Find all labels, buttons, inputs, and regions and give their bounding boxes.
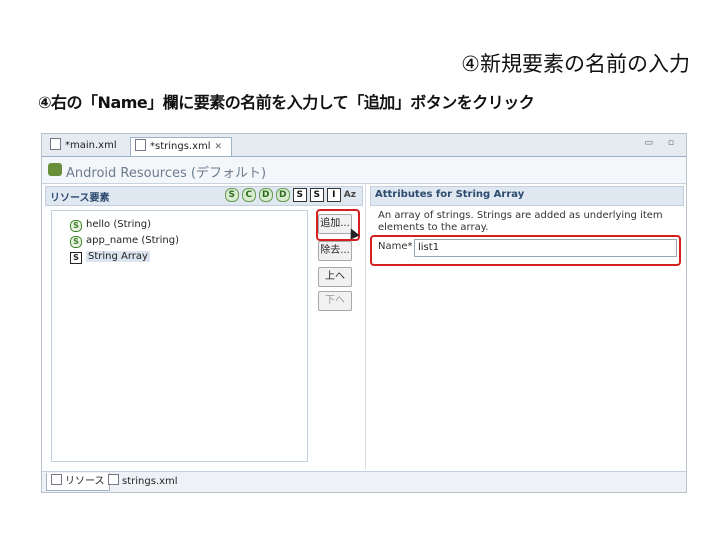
string-array-filter-icon[interactable]: S (309, 188, 324, 202)
tab-resources[interactable]: リソース (46, 473, 110, 491)
tab-label: *strings.xml (150, 141, 211, 152)
tab-main-xml[interactable]: *main.xml (46, 137, 130, 155)
tab-strings-xml-source[interactable]: strings.xml (104, 473, 182, 490)
tab-label: *main.xml (65, 140, 117, 151)
tree-item-app-name[interactable]: Sapp_name (String) (70, 233, 179, 248)
string-filter-icon[interactable]: S (224, 188, 239, 202)
editor-tab-bar: *main.xml *strings.xml ✕ ▭ ▫ (42, 134, 686, 157)
close-icon[interactable]: ✕ (215, 142, 223, 152)
editor-header: Android Resources (デフォルト) (42, 157, 686, 184)
bottom-tab-bar: リソース strings.xml (42, 471, 686, 492)
down-button[interactable]: 下へ (318, 291, 352, 311)
string-resource-icon: S (70, 236, 82, 248)
attributes-header: Attributes for String Array (370, 186, 684, 206)
editor-window: *main.xml *strings.xml ✕ ▭ ▫ Android Reso… (41, 133, 687, 493)
drawable-filter-icon[interactable]: D (275, 188, 290, 202)
tree-item-label: String Array (86, 251, 150, 262)
resources-icon (51, 474, 62, 485)
sort-az-icon[interactable]: Az (344, 189, 356, 201)
resource-toolbar: S C D D S S I Az (222, 188, 356, 202)
tab-label: strings.xml (122, 476, 178, 487)
integer-array-filter-icon[interactable]: I (326, 188, 341, 202)
tree-item-label: hello (String) (86, 219, 151, 230)
style-filter-icon[interactable]: S (292, 188, 307, 202)
header-title: Android Resources (デフォルト) (66, 166, 267, 181)
android-icon (48, 163, 62, 176)
tree-item-hello[interactable]: Shello (String) (70, 217, 151, 232)
resource-elements-header: リソース要素 S C D D S S I Az (45, 186, 363, 206)
color-filter-icon[interactable]: C (241, 188, 256, 202)
window-controls[interactable]: ▭ ▫ (645, 138, 680, 148)
slide-title: ④新規要素の名前の入力 (461, 52, 690, 76)
panel-divider[interactable] (365, 184, 366, 469)
resource-tree[interactable]: Shello (String) Sapp_name (String) S Stri… (51, 210, 308, 462)
attributes-description: An array of strings. Strings are added a… (378, 210, 663, 233)
string-resource-icon: S (70, 220, 82, 232)
dimension-filter-icon[interactable]: D (258, 188, 273, 202)
resource-elements-title: リソース要素 (50, 193, 110, 204)
slide-subtitle: ④右の「Name」欄に要素の名前を入力して「追加」ボタンをクリック (38, 93, 535, 112)
tab-label: リソース (65, 476, 105, 487)
up-button[interactable]: 上へ (318, 267, 352, 287)
tree-item-label: app_name (String) (86, 235, 180, 246)
tab-strings-xml[interactable]: *strings.xml ✕ (130, 137, 232, 156)
name-field-highlight (370, 235, 681, 266)
tree-item-string-array[interactable]: S String Array (70, 249, 150, 264)
attributes-title: Attributes for String Array (375, 189, 525, 200)
xml-file-icon (108, 474, 119, 485)
xml-file-icon (50, 138, 61, 150)
remove-button[interactable]: 除去... (318, 241, 352, 261)
xml-file-icon (135, 139, 146, 151)
string-array-icon: S (70, 252, 82, 264)
